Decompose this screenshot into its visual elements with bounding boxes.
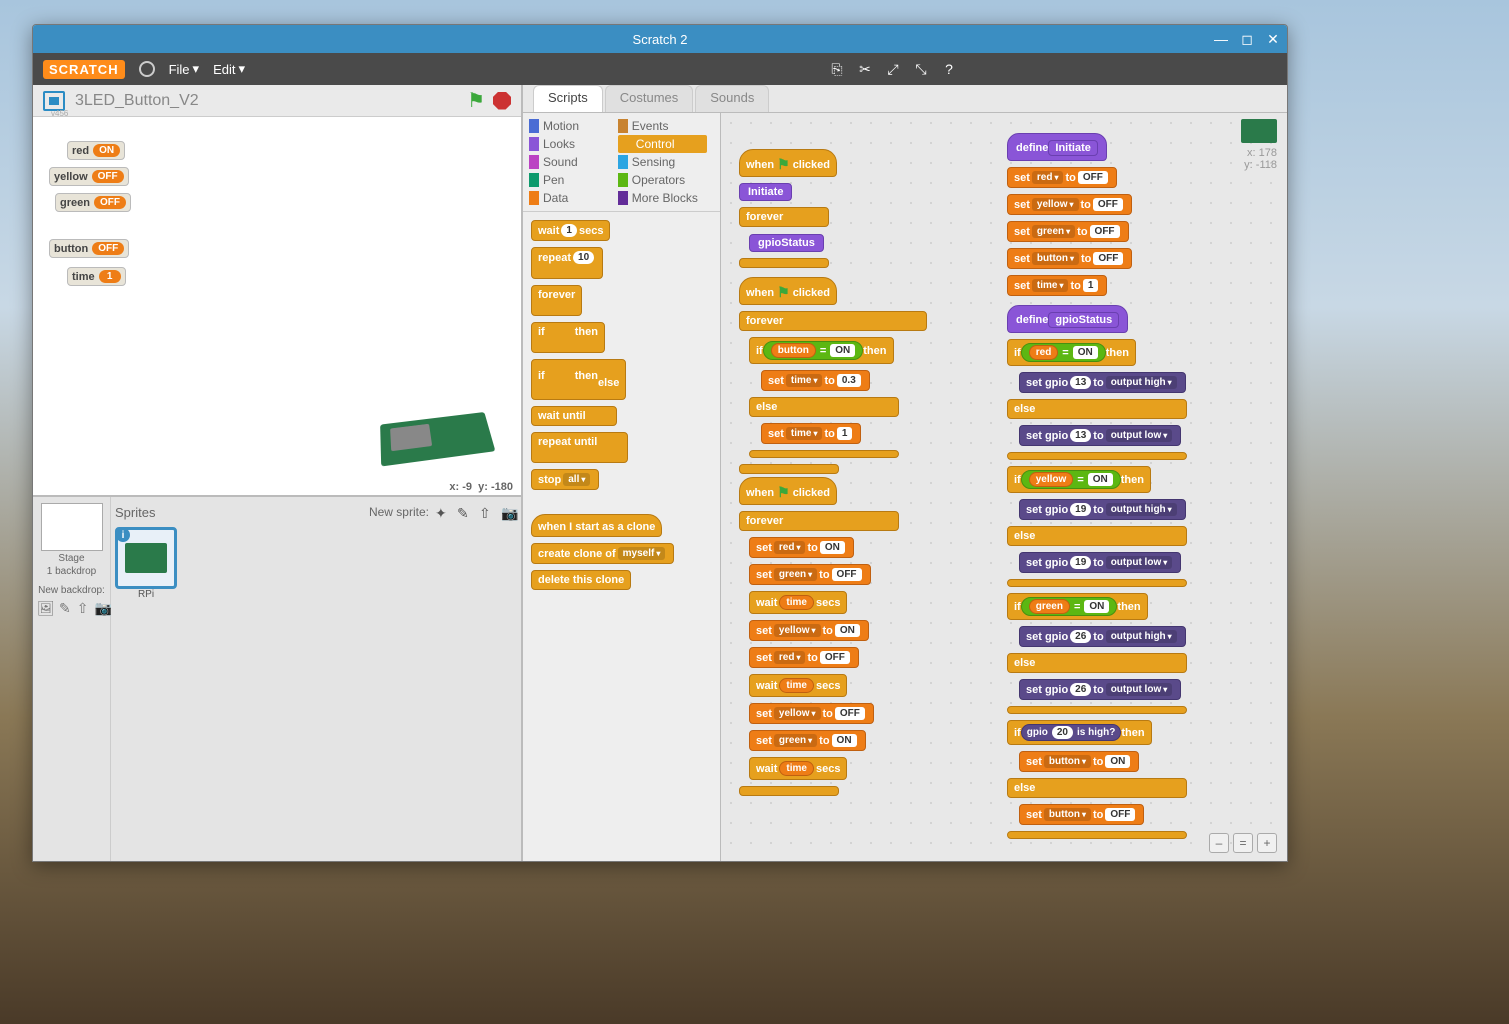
backdrop-camera-icon[interactable]: 📷: [94, 600, 110, 614]
green-flag-button[interactable]: ⚑: [467, 88, 485, 113]
zoom-reset-button[interactable]: =: [1233, 833, 1253, 853]
stop-button[interactable]: [493, 92, 511, 110]
cat-pen[interactable]: Pen: [529, 171, 618, 189]
script-stack-3[interactable]: when⚑clicked forever setredtoON setgreen…: [739, 477, 899, 802]
var-monitor-yellow[interactable]: yellowOFF: [49, 167, 129, 186]
block-repeat[interactable]: repeat10: [531, 247, 603, 279]
zoom-out-button[interactable]: –: [1209, 833, 1229, 853]
scissors-icon[interactable]: ✂: [857, 61, 873, 77]
titlebar[interactable]: Scratch 2 — ◻ ✕: [33, 25, 1287, 53]
menubar: SCRATCH File▾ Edit▾ ⎘ ✂ ⤢ ⤡ ?: [33, 53, 1287, 85]
help-icon[interactable]: ?: [941, 61, 957, 77]
block-wait[interactable]: wait1secs: [531, 220, 610, 241]
fullscreen-icon[interactable]: [43, 91, 65, 111]
sprite-rpi[interactable]: [381, 415, 491, 475]
block-stop[interactable]: stopall: [531, 469, 599, 490]
editor-tabs: Scripts Costumes Sounds: [523, 85, 1287, 113]
tab-scripts[interactable]: Scripts: [533, 85, 603, 112]
block-repeat-until[interactable]: repeat until: [531, 432, 628, 463]
stamp-icon[interactable]: ⎘: [829, 61, 845, 77]
shrink-icon[interactable]: ⤡: [913, 61, 929, 77]
stage-header: v456 3LED_Button_V2 ⚑: [33, 85, 521, 117]
script-stack-1[interactable]: when⚑clicked Initiate forever gpioStatus: [739, 149, 837, 274]
sprite-paint-icon[interactable]: ✎: [457, 505, 473, 519]
var-monitor-red[interactable]: redON: [67, 141, 125, 160]
block-palette: Motion Events Looks Control Sound Sensin…: [523, 113, 721, 861]
sprite-thumbnail-rpi[interactable]: i RPi: [115, 527, 177, 589]
stage[interactable]: redON yellowOFF greenOFF buttonOFF time1…: [33, 117, 521, 497]
script-define-initiate[interactable]: define Initiate setredtoOFF setyellowtoO…: [1007, 133, 1132, 302]
sprite-thumb-mini: [1241, 119, 1277, 143]
tab-costumes[interactable]: Costumes: [605, 85, 694, 112]
tab-sounds[interactable]: Sounds: [695, 85, 769, 112]
cat-looks[interactable]: Looks: [529, 135, 618, 153]
stage-thumbnail[interactable]: [41, 503, 103, 551]
block-if[interactable]: ifthen: [531, 322, 605, 353]
block-when-clone[interactable]: when I start as a clone: [531, 514, 662, 537]
scratch-logo[interactable]: SCRATCH: [43, 60, 125, 79]
var-monitor-time[interactable]: time1: [67, 267, 126, 286]
backdrop-library-icon[interactable]: 🖼: [37, 600, 53, 614]
zoom-in-button[interactable]: +: [1257, 833, 1277, 853]
project-name[interactable]: 3LED_Button_V2: [75, 92, 199, 110]
cat-sensing[interactable]: Sensing: [618, 153, 707, 171]
cat-events[interactable]: Events: [618, 117, 707, 135]
language-icon[interactable]: [139, 61, 155, 77]
close-button[interactable]: ✕: [1263, 30, 1283, 48]
block-wait-until[interactable]: wait until: [531, 406, 617, 426]
cat-more[interactable]: More Blocks: [618, 189, 707, 207]
sprites-heading: Sprites: [115, 505, 155, 520]
file-menu[interactable]: File▾: [169, 61, 199, 77]
backdrop-upload-icon[interactable]: ⇧: [77, 600, 89, 614]
script-canvas[interactable]: x: 178 y: -118 when⚑clicked Initiate for…: [721, 113, 1287, 861]
cat-data[interactable]: Data: [529, 189, 618, 207]
sprite-library-icon[interactable]: ✦: [435, 505, 451, 519]
block-create-clone[interactable]: create clone ofmyself: [531, 543, 674, 564]
canvas-coords: x: 178 y: -118: [1241, 119, 1277, 171]
maximize-button[interactable]: ◻: [1237, 30, 1257, 48]
block-if-else[interactable]: ifthenelse: [531, 359, 626, 400]
cat-sound[interactable]: Sound: [529, 153, 618, 171]
app-window: Scratch 2 — ◻ ✕ SCRATCH File▾ Edit▾ ⎘ ✂ …: [32, 24, 1288, 862]
sprite-info-icon[interactable]: i: [116, 528, 130, 542]
block-delete-clone[interactable]: delete this clone: [531, 570, 631, 590]
script-stack-2[interactable]: when⚑clicked forever ifbutton=ONthen set…: [739, 277, 927, 480]
var-monitor-button[interactable]: buttonOFF: [49, 239, 129, 258]
cat-motion[interactable]: Motion: [529, 117, 618, 135]
cat-control[interactable]: Control: [618, 135, 707, 153]
grow-icon[interactable]: ⤢: [885, 61, 901, 77]
zoom-controls: – = +: [1209, 833, 1277, 853]
edit-menu[interactable]: Edit▾: [213, 61, 245, 77]
stage-coords: x: -9 y: -180: [449, 481, 513, 493]
sprite-camera-icon[interactable]: 📷: [501, 505, 517, 519]
window-title: Scratch 2: [633, 32, 688, 47]
block-forever[interactable]: forever: [531, 285, 582, 316]
backdrop-paint-icon[interactable]: ✎: [59, 600, 71, 614]
minimize-button[interactable]: —: [1211, 30, 1231, 48]
cat-operators[interactable]: Operators: [618, 171, 707, 189]
var-monitor-green[interactable]: greenOFF: [55, 193, 131, 212]
script-define-gpiostatus[interactable]: define gpioStatus ifred=ONthen set gpio1…: [1007, 305, 1187, 845]
sprite-upload-icon[interactable]: ⇧: [479, 505, 495, 519]
